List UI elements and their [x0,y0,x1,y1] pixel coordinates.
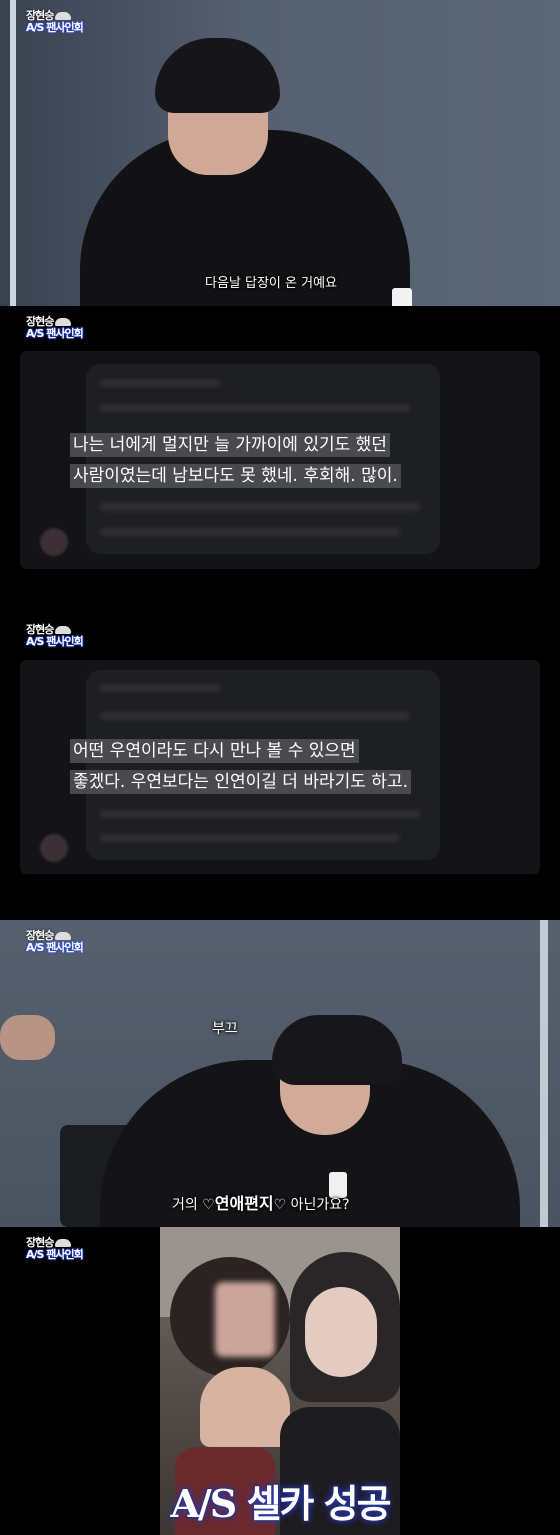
person-hair [272,1015,402,1085]
title-caption: A/S 셀카 성공 [170,1481,391,1526]
dm-screenshot-frame-2: 장현승 A/S 팬사인회 어떤 우연이라도 다시 만나 볼 수 있으면 좋겠다.… [0,614,560,920]
blurred-text [100,834,400,842]
channel-logo: 장현승 A/S 팬사인회 [26,929,84,954]
subtitle-bold: 연애편지 [214,1194,274,1213]
blurred-text [100,810,420,818]
blurred-text [100,528,400,536]
highlight-line: 좋겠다. 우연보다는 인연이길 더 바라기도 하고. [70,770,411,795]
person-face-right [305,1287,377,1377]
video-frame-1: 장현승 A/S 팬사인회 다음날 답장이 온 거예요 [0,0,560,306]
channel-logo: 장현승 A/S 팬사인회 [26,623,84,648]
dm-screenshot-frame-1: 장현승 A/S 팬사인회 나는 너에게 멀지만 늘 가까이에 있기도 했던 사람… [0,306,560,614]
subtitle-prefix: 거의 ♡ [172,1197,215,1213]
subtitle-suffix: ♡ 아닌가요? [273,1197,350,1213]
subtitle: 다음날 답장이 온 거예요 [205,276,337,291]
heart-hands [200,1367,290,1447]
highlight-line: 사람이였는데 남보다도 못 했네. 후회해. 많이. [70,464,401,489]
highlighted-message: 어떤 우연이라도 다시 만나 볼 수 있으면 좋겠다. 우연보다는 인연이길 더… [70,736,411,799]
caption-top: 부끄 [212,1021,238,1037]
blurred-text [100,684,220,692]
highlight-line: 나는 너에게 멀지만 늘 가까이에 있기도 했던 [70,433,390,457]
channel-logo: 장현승 A/S 팬사인회 [26,315,84,340]
subtitle: 거의 ♡연애편지♡ 아닌가요? [172,1190,350,1214]
blurred-text [100,712,410,720]
highlighted-message: 나는 너에게 멀지만 늘 가까이에 있기도 했던 사람이였는데 남보다도 못 했… [70,430,401,493]
blurred-text [100,404,410,412]
selfie-frame: 장현승 A/S 팬사인회 A/S 셀카 성공 [0,1227,560,1535]
highlight-line: 어떤 우연이라도 다시 만나 볼 수 있으면 [70,739,359,763]
channel-logo: 장현승 A/S 팬사인회 [26,9,84,34]
blurred-text [100,379,220,387]
blurred-text [100,503,420,511]
hand [0,1015,55,1060]
dm-avatar [40,528,68,556]
water-bottle [392,288,412,306]
video-frame-2: 장현승 A/S 팬사인회 부끄 거의 ♡연애편지♡ 아닌가요? [0,920,560,1227]
channel-logo: 장현승 A/S 팬사인회 [26,1236,84,1261]
blurred-face [215,1282,275,1357]
dm-avatar [40,834,68,862]
